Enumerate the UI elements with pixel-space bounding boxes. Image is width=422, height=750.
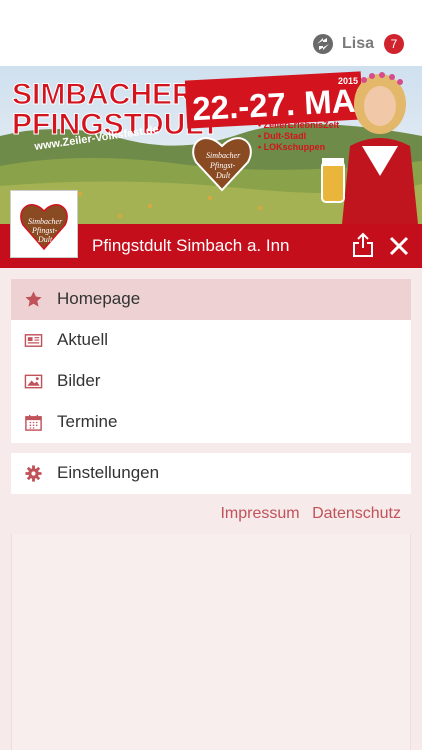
calendar-icon — [25, 414, 42, 431]
svg-text:Simbacher: Simbacher — [206, 151, 241, 160]
star-icon — [25, 291, 42, 307]
main-menu: Homepage Aktuell Bilder Termine — [11, 279, 411, 443]
close-icon[interactable] — [388, 235, 410, 257]
thumb-heart-line2: Pfingst- — [31, 226, 58, 235]
footer-links: Impressum Datenschutz — [212, 505, 401, 523]
menu-item-einstellungen[interactable]: Einstellungen — [11, 453, 411, 494]
menu-item-aktuell[interactable]: Aktuell — [11, 320, 411, 361]
banner-venue-3: • LOKschuppen — [258, 142, 325, 152]
settings-menu: Einstellungen — [11, 453, 411, 494]
menu-item-label: Einstellungen — [57, 463, 160, 482]
impressum-link[interactable]: Impressum — [220, 505, 299, 522]
menu-item-label: Bilder — [57, 371, 101, 390]
user-name[interactable]: Lisa — [342, 35, 374, 53]
menu-item-bilder[interactable]: Bilder — [11, 361, 411, 402]
page-title: Pfingstdult Simbach a. Inn — [92, 236, 290, 255]
top-bar: Lisa 7 — [0, 0, 422, 66]
menu-item-label: Homepage — [57, 289, 141, 308]
banner-headline-line1: SIMBACHER — [12, 78, 194, 111]
menu-item-homepage[interactable]: Homepage — [11, 279, 411, 320]
svg-text:Dult: Dult — [215, 171, 231, 180]
thumb-heart-line1: Simbacher — [28, 217, 63, 226]
svg-text:Pfingst-: Pfingst- — [209, 161, 236, 170]
menu-item-label: Termine — [57, 412, 118, 431]
image-icon — [24, 374, 43, 389]
banner-venue-2: • Dult-Stadl — [258, 131, 306, 141]
menu-item-termine[interactable]: Termine — [11, 402, 411, 443]
menu-item-label: Aktuell — [57, 330, 109, 349]
gear-icon — [25, 465, 42, 482]
banner-venue-1: • ZeilerErlebnisZelt — [258, 120, 339, 130]
datenschutz-link[interactable]: Datenschutz — [312, 505, 401, 522]
banner-year: 2015 — [338, 76, 358, 86]
user-menu[interactable]: Lisa 7 — [312, 33, 404, 55]
content-panel — [11, 534, 411, 750]
share-icon[interactable] — [352, 232, 374, 258]
thumb-heart-line3: Dult — [37, 235, 53, 244]
newspaper-icon — [24, 334, 43, 347]
notification-badge[interactable]: 7 — [384, 34, 404, 54]
app-logo-icon — [312, 34, 333, 54]
app-thumbnail: Simbacher Pfingst- Dult — [10, 190, 78, 258]
